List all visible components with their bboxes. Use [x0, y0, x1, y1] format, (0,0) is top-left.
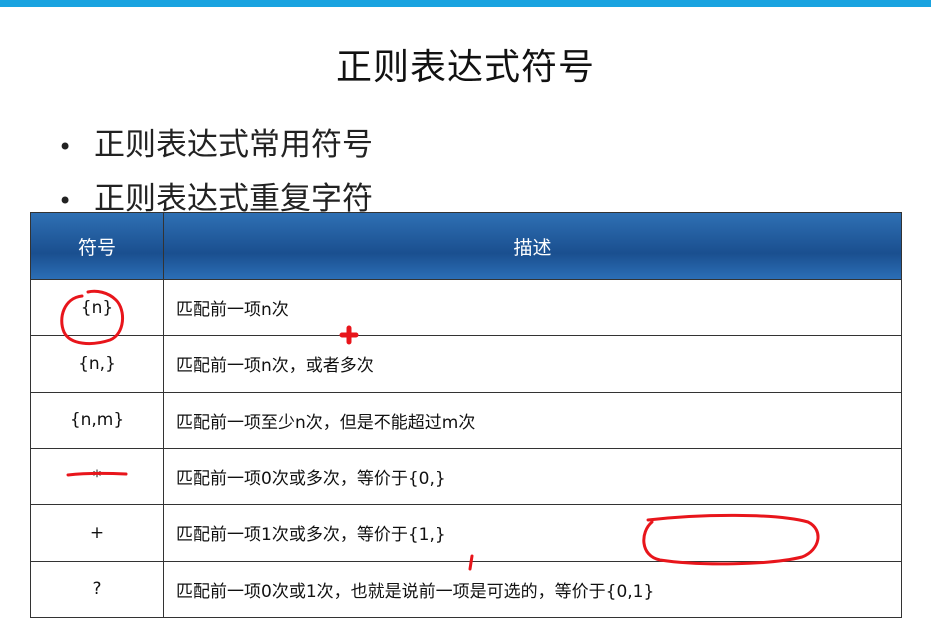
table-row: ? 匹配前一项0次或1次，也就是说前一项是可选的，等价于{0,1} [30, 560, 902, 619]
slide-title: 正则表达式符号 [335, 47, 595, 88]
description-cell: 匹配前一项至少n次，但是不能超过m次 [163, 391, 902, 449]
bullet-item: • 正则表达式常用符号 [58, 118, 373, 172]
bullet-text: 正则表达式常用符号 [94, 127, 373, 163]
description-cell: 匹配前一项0次或1次，也就是说前一项是可选的，等价于{0,1} [163, 560, 902, 619]
description-cell: 匹配前一项n次 [163, 278, 902, 337]
table-header-row: 符号 描述 [30, 212, 902, 280]
table-row: + 匹配前一项1次或多次，等价于{1,} [30, 504, 902, 562]
symbol-cell: ? [30, 560, 164, 619]
top-accent-bar [0, 0, 931, 7]
table-row: * 匹配前一项0次或多次，等价于{0,} [30, 447, 902, 506]
table-row: {n} 匹配前一项n次 [30, 278, 902, 337]
header-symbol: 符号 [30, 212, 164, 280]
symbol-cell: * [30, 447, 164, 506]
table-row: {n,} 匹配前一项n次，或者多次 [30, 335, 902, 393]
header-description: 描述 [163, 212, 902, 280]
bullet-list: • 正则表达式常用符号 • 正则表达式重复字符 [58, 118, 373, 226]
bullet-dot-icon: • [58, 133, 73, 161]
symbol-cell: {n,m} [30, 391, 164, 449]
regex-symbol-table: 符号 描述 {n} 匹配前一项n次 {n,} 匹配前一项n次，或者多次 {n,m… [30, 212, 902, 619]
symbol-cell: {n} [30, 278, 164, 337]
description-cell: 匹配前一项n次，或者多次 [163, 335, 902, 393]
symbol-cell: {n,} [30, 335, 164, 393]
description-cell: 匹配前一项0次或多次，等价于{0,} [163, 447, 902, 506]
symbol-cell: + [30, 504, 164, 562]
description-cell: 匹配前一项1次或多次，等价于{1,} [163, 504, 902, 562]
table-row: {n,m} 匹配前一项至少n次，但是不能超过m次 [30, 391, 902, 449]
